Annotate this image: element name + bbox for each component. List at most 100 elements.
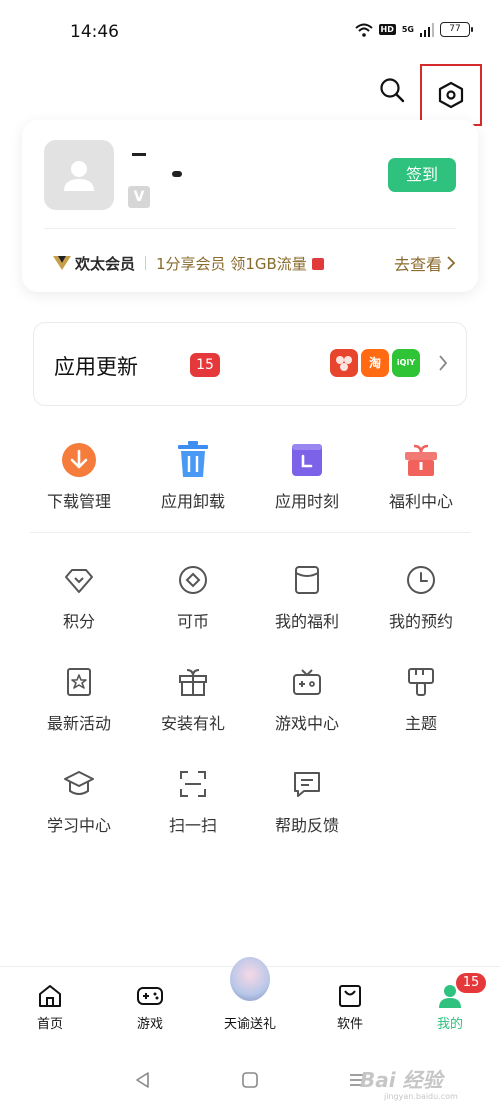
app-update-card[interactable]: 应用更新 15 淘 iQIY (33, 322, 467, 406)
red-envelope-icon (311, 258, 324, 270)
app-icon-taobao: 淘 (361, 349, 389, 377)
service-label: 我的预约 (388, 612, 453, 631)
service-label: 我的福利 (274, 612, 339, 631)
app-icon-iqiyi: iQIY (392, 349, 420, 377)
clock-icon (401, 560, 441, 600)
nav-promo-gift[interactable]: 天谕送礼 (200, 957, 300, 1038)
network-type: 5G (401, 25, 414, 34)
coins-button[interactable]: 可币 (136, 560, 250, 640)
feedback-icon (287, 764, 327, 804)
vip-view-link[interactable]: 去查看 (394, 251, 456, 275)
graduation-cap-icon (59, 764, 99, 804)
download-manager-button[interactable]: 下载管理 (22, 440, 136, 520)
status-time: 14:46 (70, 22, 119, 42)
activity-icon (59, 662, 99, 702)
profile-card: V 签到 欢太会员 1分享会员 领1GB流量 去查看 (22, 120, 478, 292)
bottom-nav: 首页 游戏 天谕送礼 软件 我的 15 (0, 957, 500, 1038)
nav-games[interactable]: 游戏 (100, 967, 200, 1038)
theme-button[interactable]: 主题 (364, 662, 478, 742)
bag-icon (339, 985, 361, 1007)
vip-view-label: 去查看 (393, 255, 442, 274)
vip-logo: 欢太会员 (52, 253, 135, 274)
nav-home[interactable]: 首页 (0, 967, 100, 1038)
quick-actions-row: 下载管理 应用卸载 应用时刻 福利中心 (22, 440, 478, 520)
flower-icon (336, 356, 352, 371)
app-moment-button[interactable]: 应用时刻 (250, 440, 364, 520)
nav-label: 首页 (36, 1017, 63, 1032)
service-label: 帮助反馈 (274, 816, 339, 835)
services-row-2: 最新活动 安装有礼 游戏中心 主题 (22, 662, 478, 742)
gamepad-icon (137, 987, 163, 1005)
theme-icon (401, 662, 441, 702)
watermark-url: jingyan.baidu.com (384, 1092, 458, 1101)
wifi-icon (354, 23, 373, 37)
vip-separator (145, 256, 147, 270)
settings-hexagon-icon (438, 81, 464, 109)
service-label: 游戏中心 (274, 714, 339, 733)
scan-icon (173, 764, 213, 804)
section-divider (30, 532, 470, 533)
latest-activity-button[interactable]: 最新活动 (22, 662, 136, 742)
status-icons: HD 5G 77 (354, 22, 473, 37)
update-count-badge: 15 (190, 353, 220, 377)
vip-banner[interactable]: 欢太会员 1分享会员 领1GB流量 去查看 (52, 248, 456, 278)
app-moment-icon (287, 440, 327, 480)
vip-brand-label: 欢太会员 (75, 254, 136, 273)
learning-center-button[interactable]: 学习中心 (22, 764, 136, 844)
services-row-3: 学习中心 扫一扫 帮助反馈 (22, 764, 478, 844)
points-button[interactable]: 积分 (22, 560, 136, 640)
settings-button[interactable] (420, 64, 482, 126)
watermark: Bai 经验 (360, 1068, 443, 1092)
service-label: 最新活动 (46, 714, 111, 733)
signal-icon (420, 22, 434, 37)
help-feedback-button[interactable]: 帮助反馈 (250, 764, 364, 844)
my-welfare-button[interactable]: 我的福利 (250, 560, 364, 640)
status-bar: 14:46 HD 5G 77 (0, 0, 500, 64)
level-badge-icon: V (128, 186, 150, 208)
service-label: 学习中心 (46, 816, 111, 835)
trash-icon (173, 440, 213, 480)
welfare-center-button[interactable]: 福利中心 (364, 440, 478, 520)
quick-action-label: 应用卸载 (160, 492, 225, 511)
hd-badge: HD (378, 24, 396, 35)
coin-icon (173, 560, 213, 600)
diamond-icon (59, 560, 99, 600)
vip-description-text: 1分享会员 领1GB流量 (156, 254, 307, 273)
checkin-button[interactable]: 签到 (388, 158, 456, 192)
welfare-icon (287, 560, 327, 600)
divider (44, 228, 456, 229)
app-uninstall-button[interactable]: 应用卸载 (136, 440, 250, 520)
quick-action-label: 福利中心 (388, 492, 453, 511)
game-center-icon (287, 662, 327, 702)
notification-badge: 15 (456, 973, 486, 993)
quick-action-label: 下载管理 (46, 492, 111, 511)
nav-label: 游戏 (136, 1017, 163, 1032)
service-label: 可币 (176, 612, 209, 631)
nav-label: 软件 (336, 1017, 363, 1032)
search-button[interactable] (378, 76, 406, 104)
service-label: 主题 (404, 714, 437, 733)
install-gift-button[interactable]: 安装有礼 (136, 662, 250, 742)
services-row-1: 积分 可币 我的福利 我的预约 (22, 560, 478, 640)
avatar[interactable] (44, 140, 114, 210)
back-icon[interactable] (133, 1070, 153, 1090)
quick-action-label: 应用时刻 (274, 492, 339, 511)
app-icon-weibo-like (330, 349, 358, 377)
nav-label: 天谕送礼 (223, 1017, 276, 1032)
vip-v-icon (53, 256, 71, 270)
chevron-right-icon (438, 353, 448, 377)
game-center-button[interactable]: 游戏中心 (250, 662, 364, 742)
nav-software[interactable]: 软件 (300, 967, 400, 1038)
nav-me[interactable]: 我的 15 (400, 967, 500, 1038)
search-icon (380, 78, 405, 103)
home-square-icon[interactable] (240, 1070, 260, 1090)
install-gift-icon (173, 662, 213, 702)
battery-indicator: 77 (440, 22, 473, 37)
username-redacted[interactable] (132, 144, 252, 177)
nav-label: 我的 (436, 1017, 463, 1032)
vip-description: 1分享会员 领1GB流量 (156, 253, 324, 274)
scan-button[interactable]: 扫一扫 (136, 764, 250, 844)
character-avatar-icon (230, 957, 270, 1001)
app-update-title: 应用更新 (54, 355, 138, 379)
my-reservations-button[interactable]: 我的预约 (364, 560, 478, 640)
